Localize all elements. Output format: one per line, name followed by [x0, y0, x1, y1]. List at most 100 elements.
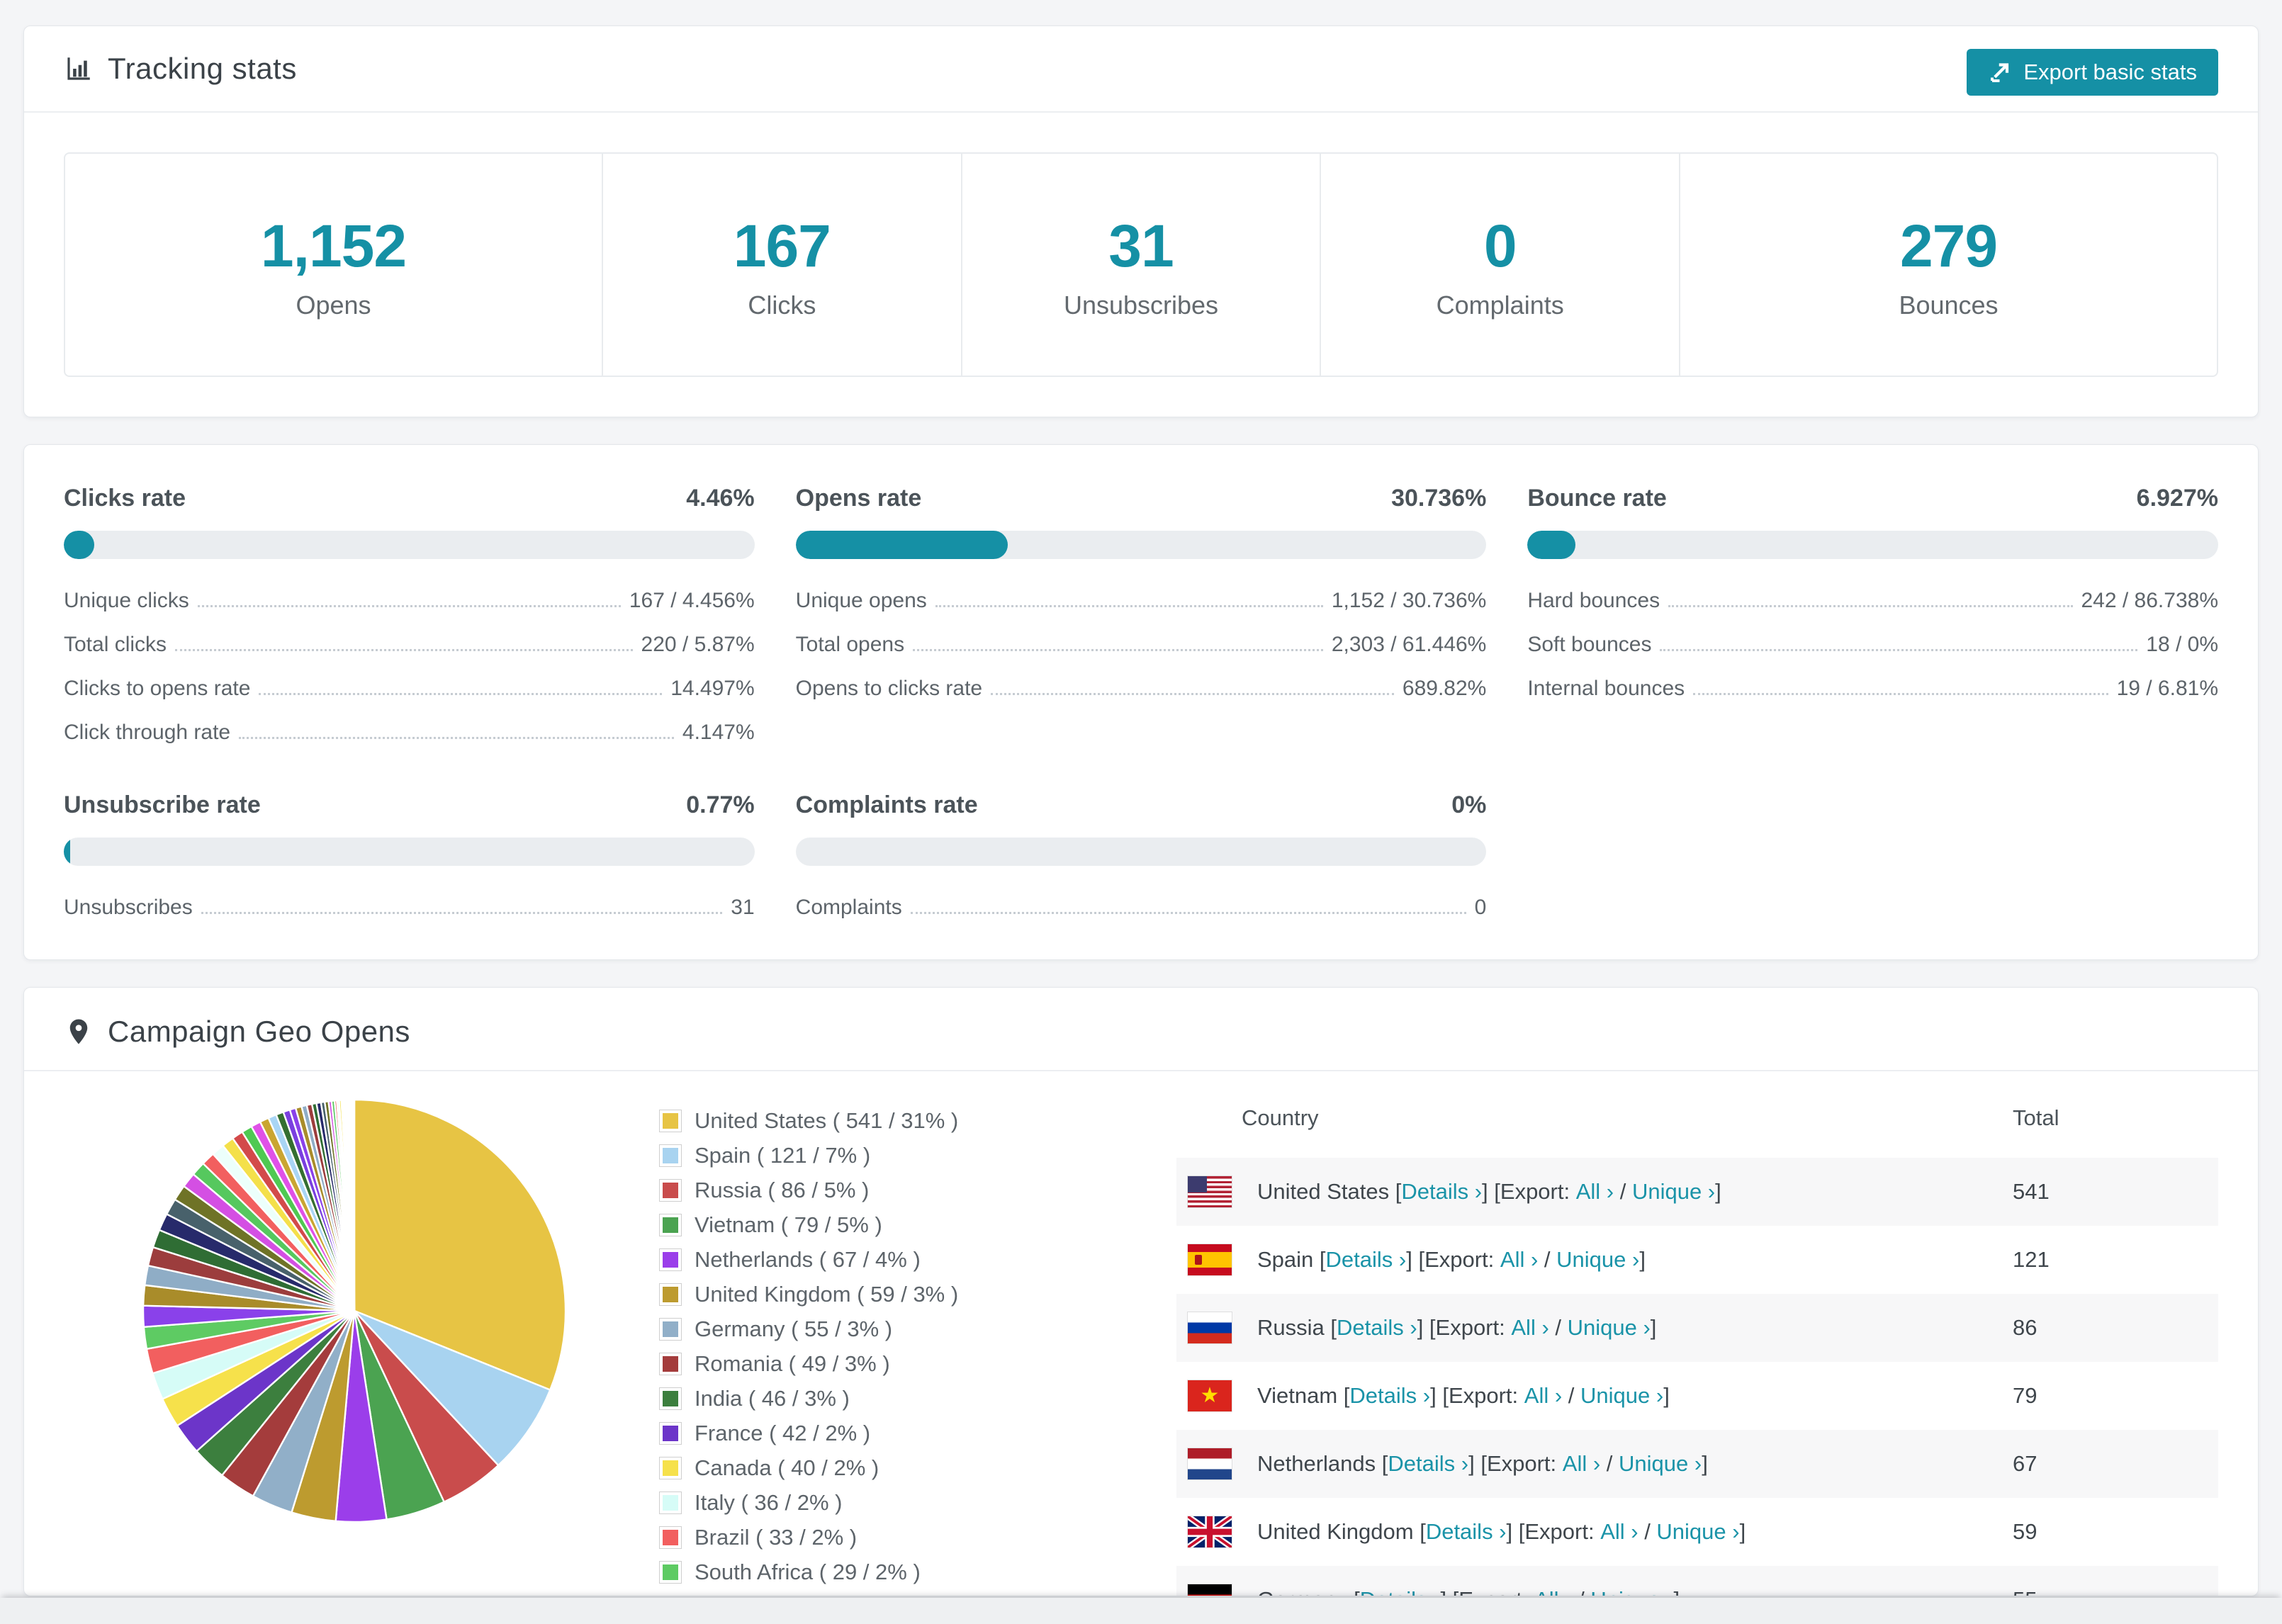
legend-swatch — [659, 1110, 682, 1132]
dotted-leader — [239, 737, 674, 739]
legend-label: South Africa ( 29 / 2% ) — [695, 1560, 921, 1584]
rate-block: Unsubscribe rate 0.77% Unsubscribes 31 — [64, 791, 755, 920]
rate-progress-bar — [64, 531, 755, 559]
slash: / — [1538, 1247, 1557, 1272]
rate-value: 0% — [1451, 791, 1487, 818]
export-button-label: Export basic stats — [2023, 60, 2197, 84]
bracket: ] — [1739, 1519, 1746, 1544]
details-link[interactable]: Details › — [1426, 1519, 1507, 1545]
es-flag-icon — [1188, 1244, 1232, 1275]
rate-detail-row: Click through rate 4.147% — [64, 721, 755, 745]
total-cell: 79 — [2013, 1383, 2038, 1408]
country-cell: Netherlands [Details ›] [Export: All › /… — [1176, 1448, 2006, 1479]
rate-title: Unsubscribe rate — [64, 791, 261, 818]
rate-detail-value: 242 / 86.738% — [2081, 589, 2219, 612]
summary-stat-label: Bounces — [1899, 291, 1999, 320]
export-all-link[interactable]: All › — [1511, 1315, 1548, 1341]
rate-detail-value: 689.82% — [1402, 677, 1487, 700]
export-unique-link[interactable]: Unique › — [1556, 1247, 1639, 1273]
export-basic-stats-button[interactable]: Export basic stats — [1967, 49, 2218, 96]
page-title: Tracking stats — [108, 52, 297, 85]
bracket: ] — [1674, 1587, 1680, 1596]
legend-swatch — [659, 1318, 682, 1341]
rate-header: Complaints rate 0% — [796, 791, 1487, 819]
campaign-geo-opens-card: Campaign Geo Opens United States ( 541 /… — [23, 987, 2259, 1596]
ru-flag-icon — [1188, 1312, 1232, 1343]
column-header-total: Total — [2013, 1105, 2059, 1130]
export-all-link[interactable]: All › — [1500, 1247, 1538, 1273]
country-cell: Spain [Details ›] [Export: All › / Uniqu… — [1176, 1244, 2006, 1275]
bracket: ] [ — [1440, 1587, 1458, 1596]
bracket: ] — [1702, 1451, 1708, 1476]
rate-detail-value: 167 / 4.456% — [629, 589, 755, 612]
rate-detail-value: 19 / 6.81% — [2116, 677, 2218, 700]
rate-detail-label: Complaints — [795, 896, 902, 919]
geo-table-row: Netherlands [Details ›] [Export: All › /… — [1176, 1430, 2218, 1498]
legend-item: United Kingdom ( 59 / 3% ) — [659, 1282, 1063, 1307]
legend-label: Canada ( 40 / 2% ) — [695, 1455, 879, 1480]
bracket: ] [ — [1406, 1247, 1425, 1272]
details-link[interactable]: Details › — [1326, 1247, 1407, 1273]
details-link[interactable]: Details › — [1388, 1451, 1468, 1477]
summary-stat-label: Opens — [296, 291, 371, 320]
rates-card: Clicks rate 4.46% Unique clicks 167 / 4.456… — [23, 444, 2259, 960]
export-all-link[interactable]: All › — [1563, 1451, 1600, 1477]
export-unique-link[interactable]: Unique › — [1619, 1451, 1702, 1477]
export-all-link[interactable]: All › — [1576, 1179, 1614, 1205]
rate-header: Opens rate 30.736% — [796, 485, 1487, 512]
rate-detail-row: Hard bounces 242 / 86.738% — [1527, 589, 2218, 613]
legend-label: Spain ( 121 / 7% ) — [695, 1143, 871, 1168]
details-link[interactable]: Details › — [1401, 1179, 1482, 1205]
export-all-link[interactable]: All › — [1534, 1587, 1572, 1596]
rate-detail-label: Clicks to opens rate — [64, 677, 251, 700]
legend-label: Germany ( 55 / 3% ) — [695, 1316, 893, 1341]
country-cell: United States [Details ›] [Export: All ›… — [1176, 1176, 2006, 1207]
rate-title: Opens rate — [795, 485, 922, 512]
star-icon: ★ — [1200, 1384, 1220, 1407]
export-unique-link[interactable]: Unique › — [1590, 1587, 1673, 1596]
legend-item: Canada ( 40 / 2% ) — [659, 1455, 1063, 1481]
us-flag-icon — [1188, 1176, 1232, 1207]
map-pin-icon — [69, 1019, 88, 1044]
legend-swatch — [659, 1144, 682, 1167]
details-link[interactable]: Details › — [1349, 1383, 1430, 1409]
details-link[interactable]: Details › — [1360, 1587, 1441, 1596]
rate-detail-value: 31 — [731, 896, 755, 919]
rate-detail-label: Opens to clicks rate — [795, 677, 983, 700]
legend-item: France ( 42 / 2% ) — [659, 1421, 1063, 1446]
rate-value: 4.46% — [686, 485, 755, 512]
export-all-link[interactable]: All › — [1524, 1383, 1562, 1409]
export-all-link[interactable]: All › — [1600, 1519, 1638, 1545]
tracking-stats-header: Tracking stats — [24, 26, 2258, 113]
bracket: ] [ — [1430, 1383, 1449, 1408]
geo-table-row: Russia [Details ›] [Export: All › / Uniq… — [1176, 1294, 2218, 1362]
geo-table-header: Country Total — [1176, 1091, 2218, 1158]
export-unique-link[interactable]: Unique › — [1568, 1315, 1651, 1341]
summary-stat-label: Unsubscribes — [1063, 291, 1219, 320]
summary-stat-value: 0 — [1483, 213, 1517, 279]
legend-swatch — [659, 1214, 682, 1236]
dotted-leader — [197, 605, 621, 607]
country-name: Vietnam — [1257, 1383, 1344, 1408]
legend-item: South Africa ( 29 / 2% ) — [659, 1560, 1063, 1585]
rate-progress-bar — [1527, 531, 2218, 559]
rate-progress-bar — [795, 838, 1487, 866]
export-unique-link[interactable]: Unique › — [1656, 1519, 1739, 1545]
bracket: ] [ — [1417, 1315, 1436, 1340]
rate-title: Complaints rate — [795, 791, 978, 818]
pie-svg — [142, 1098, 567, 1523]
export-unique-link[interactable]: Unique › — [1580, 1383, 1663, 1409]
geo-table-row: Spain [Details ›] [Export: All › / Uniqu… — [1176, 1226, 2218, 1294]
rate-title: Bounce rate — [1527, 485, 1667, 512]
export-unique-link[interactable]: Unique › — [1632, 1179, 1715, 1205]
legend-item: Netherlands ( 67 / 4% ) — [659, 1247, 1063, 1273]
legend-item: United States ( 541 / 31% ) — [659, 1108, 1063, 1134]
rate-progress-fill — [64, 531, 95, 559]
dotted-leader — [1660, 649, 2138, 651]
rate-detail-rows: Hard bounces 242 / 86.738% Soft bounces 18 … — [1527, 589, 2218, 701]
legend-label: India ( 46 / 3% ) — [695, 1386, 850, 1411]
dotted-leader — [1693, 693, 2108, 695]
geo-table-body: United States [Details ›] [Export: All ›… — [1176, 1158, 2218, 1596]
rate-detail-label: Internal bounces — [1527, 677, 1685, 700]
details-link[interactable]: Details › — [1337, 1315, 1417, 1341]
